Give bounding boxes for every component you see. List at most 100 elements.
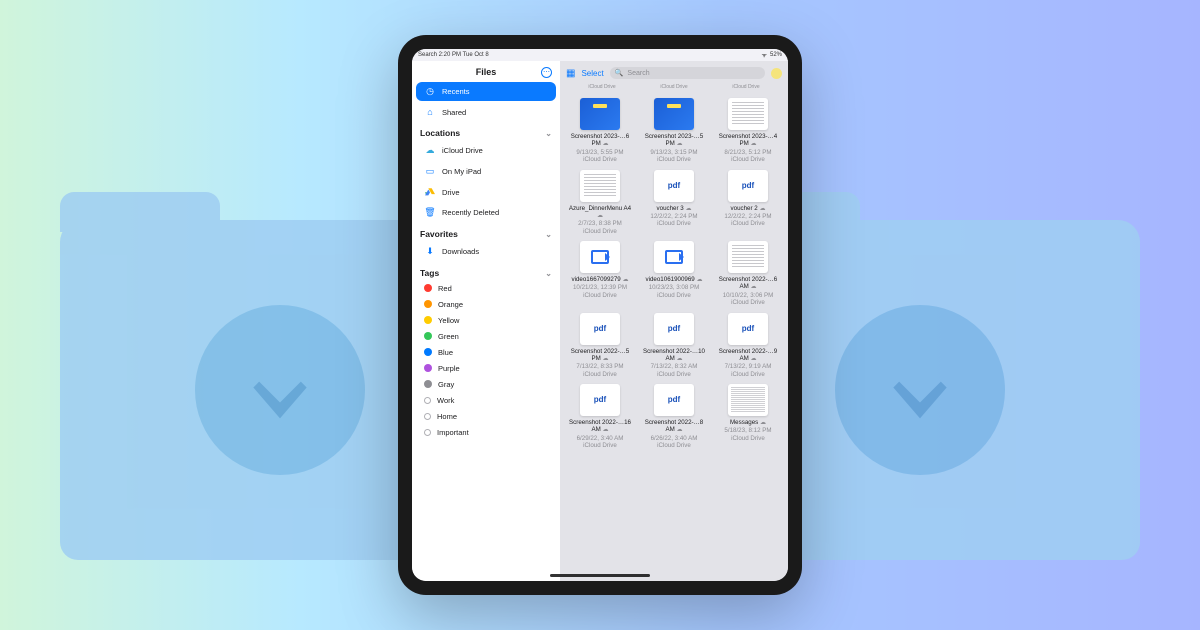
- file-thumbnail: [654, 98, 694, 130]
- file-item[interactable]: Screenshot 2023-…5 PM ☁9/13/23, 3:15 PMi…: [640, 98, 708, 164]
- file-item[interactable]: pdfvoucher 3 ☁12/2/22, 2:24 PMiCloud Dri…: [640, 170, 708, 236]
- file-item[interactable]: video1061900969 ☁10/23/23, 3:08 PMiCloud…: [640, 241, 708, 307]
- sidebar-item-icloud[interactable]: ☁ iCloud Drive: [416, 141, 556, 160]
- hero-background: Search 2:20 PM Tue Oct 8 ᯤ 52% Files ⋯ ◷…: [0, 0, 1200, 630]
- sidebar-item-label: Recents: [442, 87, 470, 96]
- sidebar-item-shared[interactable]: ⌂ Shared: [416, 103, 556, 121]
- tag-gray[interactable]: Gray: [412, 376, 560, 392]
- file-thumbnail: pdf: [654, 384, 694, 416]
- file-item[interactable]: Messages ☁5/18/23, 8:12 PMiCloud Drive: [714, 384, 782, 450]
- section-tags[interactable]: Tags ⌄: [412, 262, 560, 280]
- file-thumbnail: [728, 241, 768, 273]
- file-item[interactable]: pdfScreenshot 2022-…9 AM ☁7/13/22, 9:19 …: [714, 313, 782, 379]
- tag-dot-icon: [424, 364, 432, 372]
- file-name: Screenshot 2023-…4 PM ☁: [714, 133, 782, 149]
- sidebar: Files ⋯ ◷ Recents ⌂ Shared Locations ⌄: [412, 61, 560, 581]
- file-thumbnail: [580, 98, 620, 130]
- file-location: iCloud Drive: [731, 299, 765, 306]
- tag-dot-icon: [424, 332, 432, 340]
- file-name: Screenshot 2022-…16 AM ☁: [566, 419, 634, 435]
- file-name: Screenshot 2022-…10 AM ☁: [640, 348, 708, 364]
- file-location: iCloud Drive: [583, 371, 617, 378]
- file-item[interactable]: Screenshot 2023-…4 PM ☁8/21/23, 5:12 PMi…: [714, 98, 782, 164]
- section-favorites[interactable]: Favorites ⌄: [412, 223, 560, 241]
- file-date: 2/7/23, 8:38 PM: [578, 220, 622, 227]
- tag-yellow[interactable]: Yellow: [412, 312, 560, 328]
- file-item[interactable]: Screenshot 2022-…6 AM ☁10/10/22, 3:06 PM…: [714, 241, 782, 307]
- file-name: video1667099279 ☁: [572, 276, 629, 284]
- file-thumbnail: [728, 98, 768, 130]
- battery-label: 52%: [770, 52, 782, 58]
- file-date: 7/13/22, 9:19 AM: [725, 363, 772, 370]
- sidebar-item-on-my-ipad[interactable]: ▭ On My iPad: [416, 162, 556, 181]
- tag-green[interactable]: Green: [412, 328, 560, 344]
- home-indicator[interactable]: [550, 574, 650, 577]
- file-date: 7/13/22, 8:33 PM: [576, 363, 623, 370]
- file-location: iCloud Drive: [731, 435, 765, 442]
- file-name: Screenshot 2022-…6 AM ☁: [714, 276, 782, 292]
- file-location: iCloud Drive: [657, 442, 691, 449]
- file-grid[interactable]: Screenshot 2023-…6 PM ☁9/13/23, 5:55 PMi…: [560, 94, 788, 581]
- file-item[interactable]: video1667099279 ☁10/21/23, 12:39 PMiClou…: [566, 241, 634, 307]
- file-item[interactable]: Screenshot 2023-…6 PM ☁9/13/23, 5:55 PMi…: [566, 98, 634, 164]
- file-thumbnail: pdf: [728, 170, 768, 202]
- tag-hollow-icon: [424, 397, 431, 404]
- file-item[interactable]: pdf Screenshot 2022-…10 AM ☁7/13/22, 8:32…: [640, 313, 708, 379]
- section-locations[interactable]: Locations ⌄: [412, 122, 560, 140]
- tag-hollow-icon: [424, 413, 431, 420]
- file-location: iCloud Drive: [583, 156, 617, 163]
- google-drive-icon: [424, 187, 436, 197]
- file-date: 10/21/23, 12:39 PM: [573, 284, 627, 291]
- file-date: 7/13/22, 8:32 AM: [651, 363, 698, 370]
- grid-view-icon[interactable]: ▦: [566, 68, 575, 79]
- ipad-screen: Search 2:20 PM Tue Oct 8 ᯤ 52% Files ⋯ ◷…: [412, 49, 788, 581]
- tag-dot-icon: [424, 380, 432, 388]
- sidebar-item-drive[interactable]: Drive: [416, 183, 556, 201]
- content-pane: ▦ Select 🔍 Search iCloud Drive iCloud Dr…: [560, 61, 788, 581]
- file-name: Screenshot 2022-…5 PM ☁: [566, 348, 634, 364]
- file-date: 12/2/22, 2:24 PM: [650, 213, 697, 220]
- file-item[interactable]: pdfScreenshot 2022-…5 PM ☁7/13/22, 8:33 …: [566, 313, 634, 379]
- file-thumbnail: [580, 170, 620, 202]
- file-date: 9/13/23, 3:15 PM: [650, 149, 697, 156]
- sidebar-item-recently-deleted[interactable]: 🗑 Recently Deleted: [416, 203, 556, 222]
- file-name: Screenshot 2023-…6 PM ☁: [566, 133, 634, 149]
- tag-home[interactable]: Home: [412, 408, 560, 424]
- file-thumbnail: [728, 384, 768, 416]
- file-location: iCloud Drive: [657, 371, 691, 378]
- mic-icon[interactable]: [771, 68, 782, 79]
- file-item[interactable]: pdfvoucher 2 ☁12/2/22, 2:24 PMiCloud Dri…: [714, 170, 782, 236]
- file-thumbnail: [654, 241, 694, 273]
- tag-dot-icon: [424, 284, 432, 292]
- file-thumbnail: [580, 241, 620, 273]
- file-location: iCloud Drive: [731, 371, 765, 378]
- file-item[interactable]: pdfScreenshot 2022-…16 AM ☁6/29/22, 3:40…: [566, 384, 634, 450]
- file-name: video1061900969 ☁: [646, 276, 703, 284]
- file-name: voucher 3 ☁: [657, 205, 692, 213]
- tag-important[interactable]: Important: [412, 424, 560, 440]
- file-location: iCloud Drive: [583, 228, 617, 235]
- file-item[interactable]: Azure_DinnerMenu A4 ☁2/7/23, 8:38 PMiClo…: [566, 170, 634, 236]
- file-thumbnail: pdf: [654, 313, 694, 345]
- select-button[interactable]: Select: [581, 69, 603, 78]
- file-location: iCloud Drive: [657, 220, 691, 227]
- sidebar-title: Files: [476, 67, 497, 77]
- tag-work[interactable]: Work: [412, 392, 560, 408]
- sidebar-item-downloads[interactable]: ⬇ Downloads: [416, 242, 556, 261]
- download-icon: ⬇: [424, 246, 436, 257]
- ipad-icon: ▭: [424, 166, 436, 177]
- tag-purple[interactable]: Purple: [412, 360, 560, 376]
- tag-blue[interactable]: Blue: [412, 344, 560, 360]
- trash-icon: 🗑: [424, 207, 436, 218]
- file-location: iCloud Drive: [657, 292, 691, 299]
- tag-red[interactable]: Red: [412, 280, 560, 296]
- tag-orange[interactable]: Orange: [412, 296, 560, 312]
- more-icon[interactable]: ⋯: [541, 67, 552, 78]
- shared-icon: ⌂: [424, 107, 436, 117]
- file-item[interactable]: pdfScreenshot 2022-…8 AM ☁6/26/22, 3:40 …: [640, 384, 708, 450]
- file-date: 6/29/22, 3:40 AM: [577, 435, 624, 442]
- file-name: Screenshot 2022-…8 AM ☁: [640, 419, 708, 435]
- search-input[interactable]: 🔍 Search: [610, 67, 765, 79]
- sidebar-item-recents[interactable]: ◷ Recents: [416, 82, 556, 101]
- wifi-icon: ᯤ: [762, 51, 767, 59]
